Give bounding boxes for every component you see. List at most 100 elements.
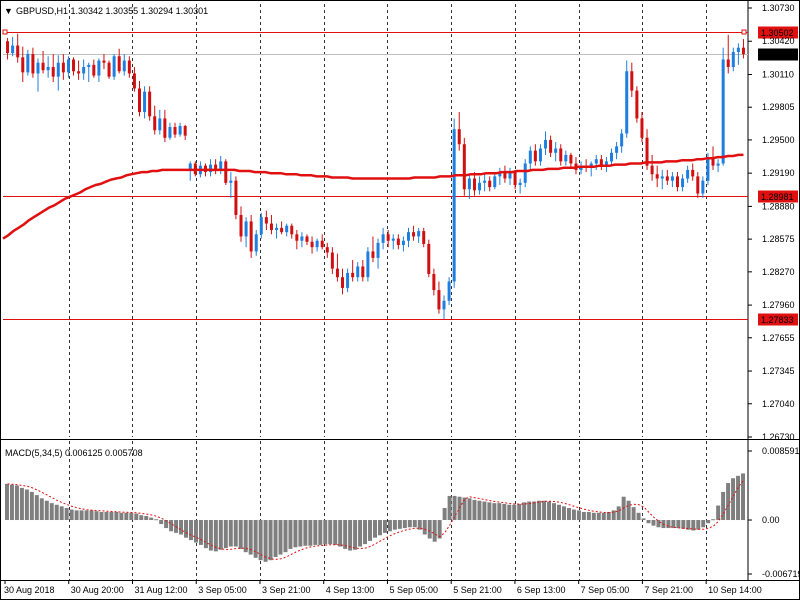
macd-bar (422, 520, 427, 535)
candle-body (107, 62, 111, 77)
price-tick-label: 1.26730 (762, 432, 795, 442)
macd-bar (616, 506, 621, 521)
macd-bar (472, 499, 477, 521)
candle-body (341, 277, 345, 288)
price-tick-label: 1.27040 (762, 399, 795, 409)
candle-body (412, 232, 416, 237)
candle-body (417, 231, 421, 237)
candle-body (72, 59, 76, 72)
macd-tick-label: 0.008591 (762, 446, 800, 456)
symbol-ohlc-text: GBPUSD,H1 1.30342 1.30355 1.30294 1.3030… (16, 6, 208, 16)
candle-body (665, 176, 669, 181)
macd-bar (84, 510, 89, 521)
macd-bar (218, 520, 223, 550)
candle-body (82, 66, 86, 74)
time-tick-label: 31 Aug 12:00 (134, 585, 187, 595)
macd-bar (636, 512, 641, 521)
macd-bar (552, 503, 557, 521)
macd-bar (169, 520, 174, 532)
macd-bar (238, 520, 243, 549)
macd-bar (522, 502, 527, 521)
macd-bar (303, 520, 308, 546)
macd-bar (601, 512, 606, 521)
macd-bar (288, 520, 293, 549)
candle-body (56, 62, 60, 77)
candle-body (630, 71, 634, 91)
vertical-grid (69, 4, 707, 580)
candle-body (132, 73, 136, 89)
macd-bar (497, 503, 502, 521)
macd-bar (258, 520, 263, 561)
time-tick-label: 30 Aug 20:00 (71, 585, 124, 595)
candle-body (569, 154, 573, 164)
candle-body (275, 227, 279, 231)
macd-bar (581, 511, 586, 521)
chart-frames (0, 0, 800, 600)
macd-bar (432, 520, 437, 542)
macd-bar (363, 520, 368, 545)
macd-bar (591, 512, 596, 521)
macd-bar (711, 519, 716, 521)
macd-bar (561, 506, 566, 521)
candle-body (234, 180, 238, 215)
macd-bar (69, 509, 74, 521)
candle-body (533, 150, 537, 162)
macd-bar (94, 511, 99, 521)
macd-bar (318, 520, 323, 545)
candle-body (122, 60, 126, 72)
macd-bar (124, 512, 129, 521)
candle-body (46, 66, 50, 71)
candle-body (16, 45, 20, 58)
macd-bar (273, 520, 278, 557)
macd-bar (571, 509, 576, 521)
price-tick-label: 1.29500 (762, 135, 795, 145)
candle-body (452, 129, 456, 282)
candle-body (447, 281, 451, 301)
macd-bar (283, 520, 288, 553)
macd-bar (203, 520, 208, 549)
current-price-label: 1.30301 (761, 50, 794, 60)
candle-body (178, 125, 182, 135)
candle-body (427, 243, 431, 274)
candle-body (513, 172, 517, 185)
macd-bar (736, 475, 741, 521)
candle-body (462, 144, 466, 190)
candle-body (691, 169, 695, 177)
macd-bar (656, 520, 661, 528)
candle-body (269, 223, 273, 231)
time-tick-label: 10 Sep 14:00 (708, 585, 762, 595)
trading-chart[interactable]: 1.30502 1.28981 1.27833 1.30301 1.30730 1.30… (0, 0, 800, 600)
candle-body (544, 139, 548, 149)
macd-bar (333, 520, 338, 545)
price-tick-label: 1.29190 (762, 168, 795, 178)
macd-bar (193, 520, 198, 543)
macd-bar (154, 519, 159, 521)
candle-body (158, 118, 162, 131)
candle-body (31, 54, 35, 74)
macd-bar (79, 510, 84, 521)
macd-bar (198, 520, 203, 545)
candle-body (559, 148, 563, 162)
macd-bar (387, 520, 392, 532)
macd-bar (517, 503, 522, 521)
macd-bar (382, 520, 387, 533)
candles[interactable] (6, 33, 745, 320)
candle-body (422, 231, 426, 244)
candle-body (26, 54, 30, 73)
candle-body (92, 64, 96, 76)
macd-bar (228, 520, 233, 547)
candle-body (11, 45, 15, 54)
candle-body (249, 221, 253, 252)
macd-bar (64, 507, 69, 521)
macd-bar (129, 512, 134, 521)
candle-body (381, 234, 385, 243)
macd-bar (576, 510, 581, 521)
time-tick-label: 7 Sep 05:00 (581, 585, 630, 595)
macd-bar (223, 520, 228, 549)
macd-bar (626, 500, 631, 521)
candle-body (564, 154, 568, 162)
chart-svg[interactable]: 1.305021.289811.278331.30301 1.307301.30… (0, 0, 800, 600)
candle-body (153, 116, 157, 131)
candle-body (650, 165, 654, 175)
candle-body (21, 57, 25, 73)
